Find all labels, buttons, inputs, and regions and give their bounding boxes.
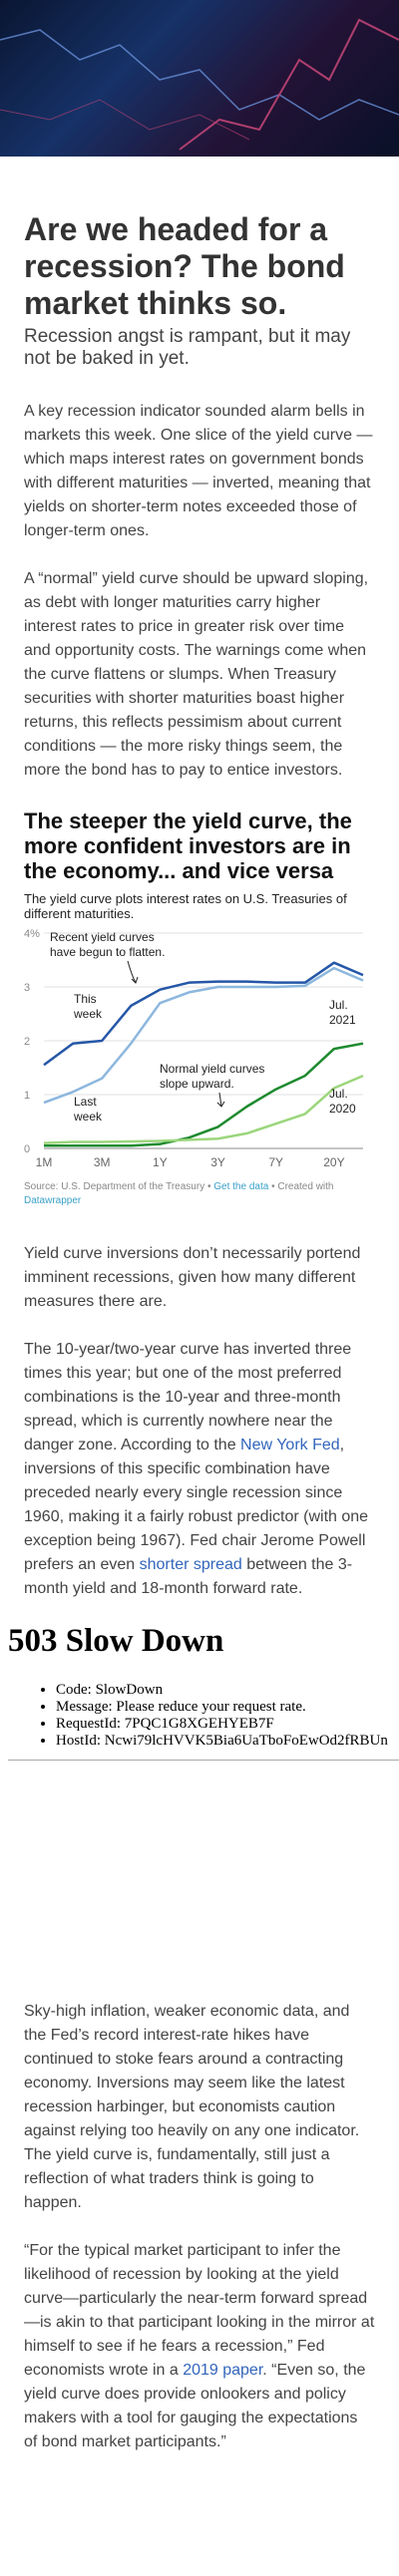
paragraph: Sky-high inflation, weaker economic data… bbox=[24, 2003, 360, 2211]
paragraph: “For the typical market participant to i… bbox=[24, 2239, 375, 2454]
x-tick-label: 1Y bbox=[153, 1155, 168, 1169]
created-with-text: • Created with bbox=[268, 1181, 334, 1192]
headline: Are we headed for a recession? The bond … bbox=[24, 211, 345, 321]
yield-curve-chart: The steeper the yield curve, the more co… bbox=[24, 808, 375, 1208]
blank-embed-space bbox=[0, 1761, 399, 2000]
y-tick-label: 0 bbox=[24, 1143, 30, 1155]
series-label-this-week: This week bbox=[73, 992, 103, 1021]
article: Are we headed for a recession? The bond … bbox=[0, 211, 399, 1601]
paragraph: A key recession indicator sounded alarm … bbox=[24, 403, 373, 539]
x-tick-label: 20Y bbox=[323, 1155, 344, 1169]
shorter-spread-link[interactable]: shorter spread bbox=[140, 1556, 242, 1573]
y-tick-label: 4% bbox=[24, 928, 40, 940]
chart-title: The steeper the yield curve, the more co… bbox=[24, 808, 352, 883]
error-embed: 503 Slow Down Code: SlowDown Message: Pl… bbox=[0, 1623, 399, 1761]
y-tick-label: 1 bbox=[24, 1090, 30, 1102]
paragraph: The 10-year/two-year curve has inverted … bbox=[24, 1338, 375, 1601]
get-the-data-link[interactable]: Get the data bbox=[213, 1181, 268, 1192]
datawrapper-link[interactable]: Datawrapper bbox=[24, 1195, 81, 1206]
error-code: Code: SlowDown bbox=[56, 1682, 391, 1699]
error-message: Message: Please reduce your request rate… bbox=[56, 1699, 391, 1716]
article-continued: Sky-high inflation, weaker economic data… bbox=[0, 2000, 399, 2454]
error-host-id: HostId: Ncwi79lcHVVK5Bia6UaTboFoEwOd2fRB… bbox=[56, 1733, 391, 1750]
new-york-fed-link[interactable]: New York Fed bbox=[240, 1437, 340, 1453]
chart-description: The yield curve plots interest rates on … bbox=[24, 891, 347, 921]
annotation-flatten-line2: have begun to flatten. bbox=[50, 945, 165, 959]
x-tick-label: 7Y bbox=[268, 1155, 283, 1169]
error-details: Code: SlowDown Message: Please reduce yo… bbox=[8, 1682, 391, 1750]
source-text: Source: U.S. Department of the Treasury … bbox=[24, 1181, 214, 1192]
dek: Recession angst is rampant, but it may n… bbox=[24, 326, 351, 369]
error-title: 503 Slow Down bbox=[8, 1623, 224, 1659]
2019-paper-link[interactable]: 2019 paper bbox=[183, 2362, 262, 2379]
series-label-last-week: Last week bbox=[73, 1095, 103, 1124]
chart-source: Source: U.S. Department of the Treasury … bbox=[24, 1180, 375, 1208]
annotation-normal-line1: Normal yield curves bbox=[160, 1062, 264, 1076]
y-tick-label: 3 bbox=[24, 982, 30, 994]
hero-image bbox=[0, 0, 399, 157]
error-request-id: RequestId: 7PQC1G8XGEHYEB7F bbox=[56, 1716, 391, 1733]
y-tick-label: 2 bbox=[24, 1036, 30, 1048]
x-tick-label: 1M bbox=[36, 1155, 53, 1169]
x-tick-label: 3M bbox=[94, 1155, 111, 1169]
chart-plot: 4% 3 2 1 0 1M 3M 1Y 3Y 7Y 20Y Recent yield curves… bbox=[24, 928, 364, 1169]
annotation-flatten-line1: Recent yield curves bbox=[50, 930, 155, 944]
x-tick-label: 3Y bbox=[210, 1155, 225, 1169]
series-label-jul-2020: Jul. 2020 bbox=[329, 1087, 356, 1116]
series-label-jul-2021: Jul. 2021 bbox=[329, 998, 356, 1027]
paragraph: Yield curve inversions don’t necessarily… bbox=[24, 1245, 361, 1310]
annotation-normal-line2: slope upward. bbox=[160, 1077, 234, 1091]
paragraph-text: “For the typical market participant to i… bbox=[24, 2242, 375, 2379]
paragraph-text: , inversions of this specific combinatio… bbox=[24, 1437, 369, 1573]
paragraph: A “normal” yield curve should be upward … bbox=[24, 570, 369, 779]
